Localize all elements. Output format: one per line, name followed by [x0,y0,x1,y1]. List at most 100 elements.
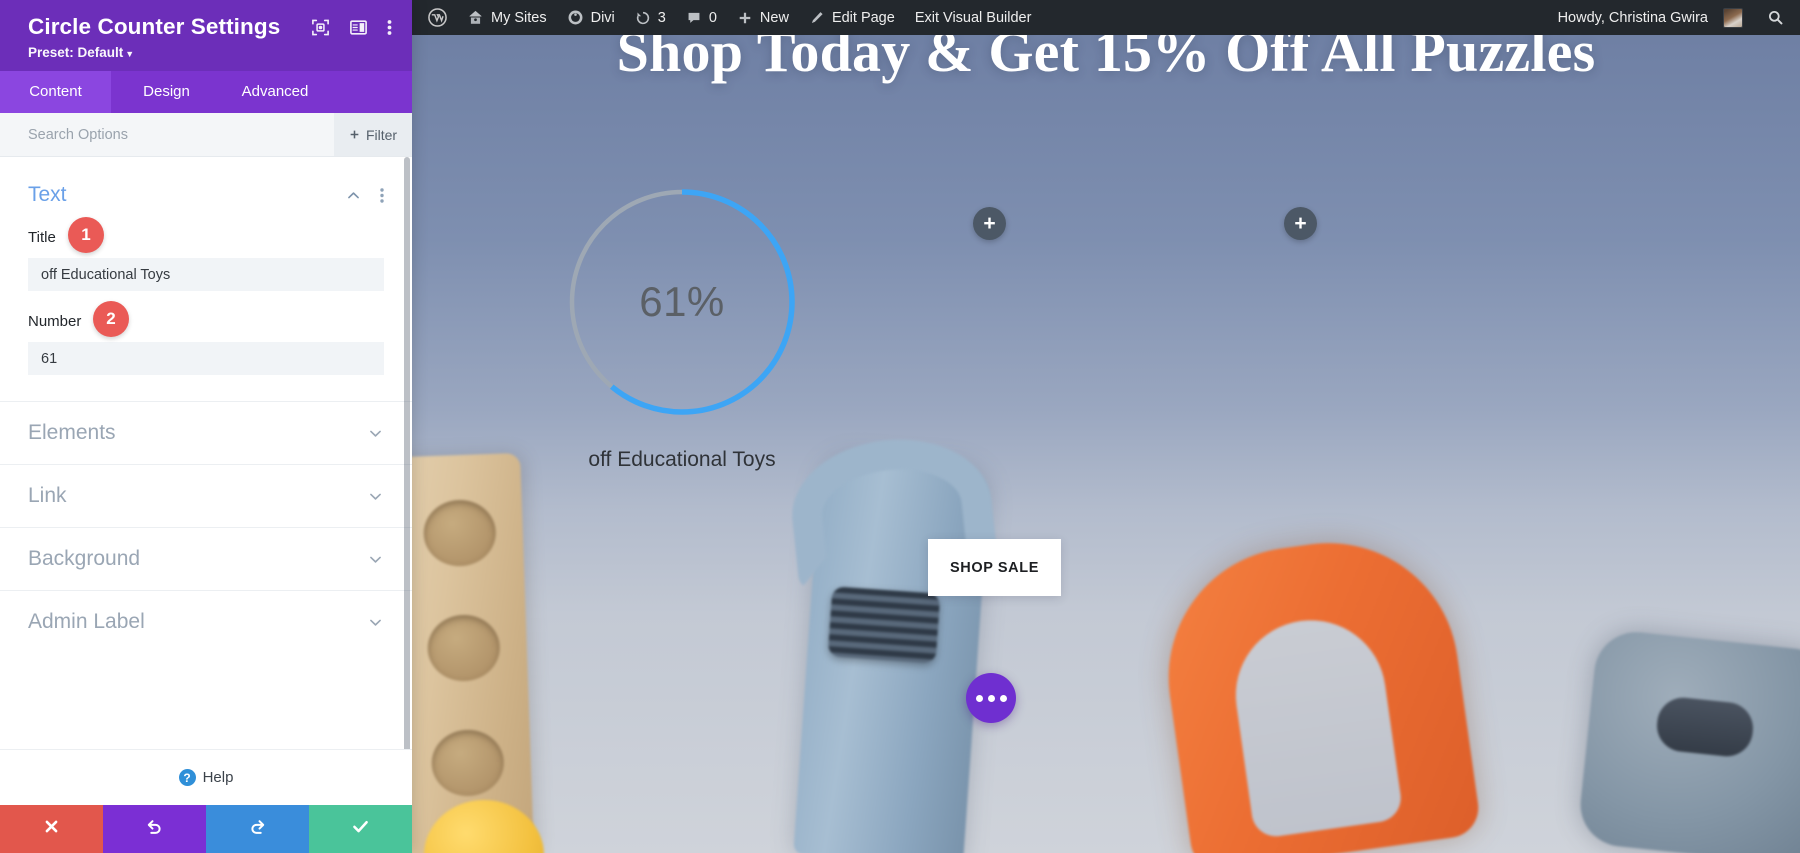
dot-2-icon [987,694,995,702]
save-button[interactable] [309,805,412,853]
title-input[interactable] [28,258,384,291]
settings-group-link-title: Link [28,484,67,507]
adminbar-item-wordpress-logo[interactable] [412,0,457,35]
adminbar-label-updates: 3 [657,9,666,26]
redo-icon [248,817,267,841]
settings-group-admin-label[interactable]: Admin Label [0,590,412,653]
adminbar-search-button[interactable] [1753,9,1800,26]
chevron-down-icon: ▼ [125,49,135,59]
plus-icon [349,127,360,143]
cancel-button[interactable] [0,805,103,853]
panel-preset-selector[interactable]: Preset: Default ▼ [28,45,392,60]
adminbar-right-group: Howdy, Christina Gwira [1542,0,1800,35]
panel-header-icons [311,14,392,37]
redo-button[interactable] [206,805,309,853]
page-preview-canvas[interactable]: My Sites Divi 3 0 New Edit Page Exit Vis… [412,0,1800,853]
kebab-menu-icon[interactable] [387,18,392,37]
field-title: Title 1 [0,217,412,291]
filter-button[interactable]: Filter [334,113,412,156]
settings-group-text-header[interactable]: Text [0,157,412,207]
circle-counter-ring: 61% [566,186,798,418]
adminbar-item-edit-page[interactable]: Edit Page [799,0,905,35]
adminbar-howdy-label: Howdy, Christina Gwira [1557,9,1708,26]
plus-icon: + [1294,212,1307,235]
wordpress-logo-icon [428,8,447,27]
wordpress-admin-bar: My Sites Divi 3 0 New Edit Page Exit Vis… [412,0,1800,35]
add-module-button-left[interactable]: + [973,207,1006,240]
module-settings-panel: Circle Counter Settings Preset: Default … [0,0,412,853]
help-button[interactable]: ? Help [0,749,412,805]
chevron-down-icon [367,425,384,442]
panel-body: Text Title 1 Number [0,157,412,749]
adminbar-item-new[interactable]: New [727,0,799,35]
tab-design[interactable]: Design [111,71,222,113]
settings-group-admin-label-title: Admin Label [28,610,145,633]
panel-title-row: Circle Counter Settings [28,14,392,40]
panel-tabs: Content Design Advanced [0,71,412,113]
settings-group-text: Text Title 1 Number [0,157,412,401]
adminbar-item-exit-visual-builder[interactable]: Exit Visual Builder [905,0,1042,35]
layout-columns-icon[interactable] [349,18,368,37]
field-title-label: Title [28,229,56,246]
circle-counter-title: off Educational Toys [588,448,776,471]
adminbar-label-exit-visual-builder: Exit Visual Builder [914,9,1032,26]
filter-button-label: Filter [365,126,398,143]
step-badge-1: 1 [68,217,104,253]
search-options-input[interactable] [0,113,334,156]
adminbar-label-divi: Divi [590,9,615,26]
plus-icon: + [983,212,996,235]
kebab-menu-icon[interactable] [380,187,384,204]
settings-group-background[interactable]: Background [0,527,412,590]
adminbar-item-updates[interactable]: 3 [625,0,676,35]
tab-content[interactable]: Content [0,71,111,113]
pencil-icon [809,10,825,26]
number-input[interactable] [28,342,384,375]
adminbar-label-my-sites: My Sites [491,9,547,26]
chevron-up-icon[interactable] [345,187,362,204]
add-module-button-right[interactable]: + [1284,207,1317,240]
adminbar-item-comments[interactable]: 0 [676,0,727,35]
adminbar-item-divi[interactable]: Divi [557,0,625,35]
panel-search-row: Filter [0,113,412,157]
dot-3-icon [999,694,1007,702]
adminbar-label-new: New [759,9,789,26]
panel-title: Circle Counter Settings [28,14,281,39]
focus-target-icon[interactable] [311,18,330,37]
divi-icon [567,9,584,26]
comments-icon [686,10,702,26]
background-photo-wood-plank [412,452,534,853]
undo-icon [145,817,164,841]
plus-icon [737,10,753,26]
adminbar-item-my-sites[interactable]: My Sites [457,0,557,35]
settings-group-link[interactable]: Link [0,464,412,527]
tab-advanced[interactable]: Advanced [222,71,328,113]
circle-counter-module[interactable]: 61% off Educational Toys [552,186,812,472]
adminbar-item-howdy[interactable]: Howdy, Christina Gwira [1542,0,1753,35]
field-number: Number 2 [0,301,412,375]
undo-button[interactable] [103,805,206,853]
settings-group-background-title: Background [28,547,141,570]
settings-group-elements[interactable]: Elements [0,401,412,464]
field-number-label: Number [28,313,82,330]
panel-header: Circle Counter Settings Preset: Default … [0,0,412,71]
settings-group-text-title: Text [28,183,67,206]
panel-preset-label: Preset: Default [28,45,124,60]
my-sites-icon [467,9,484,26]
question-mark-icon: ? [178,769,196,786]
circle-counter-percent: 61% [639,278,725,325]
avatar [1723,7,1743,28]
panel-scroll-area: Text Title 1 Number [0,157,412,749]
page-settings-bar-button[interactable] [966,673,1016,723]
settings-group-elements-title: Elements [28,421,116,444]
shop-sale-button[interactable]: SHOP SALE [928,539,1061,596]
checkmark-icon [351,817,370,841]
divi-visual-builder-screen: My Sites Divi 3 0 New Edit Page Exit Vis… [0,0,1800,853]
panel-scrollbar[interactable] [404,157,410,749]
step-badge-2: 2 [93,301,129,337]
adminbar-label-edit-page: Edit Page [831,9,895,26]
help-label: Help [202,769,234,786]
updates-icon [635,10,651,26]
chevron-down-icon [367,488,384,505]
background-photo-wrench-grip [827,586,941,664]
chevron-down-icon [367,614,384,631]
